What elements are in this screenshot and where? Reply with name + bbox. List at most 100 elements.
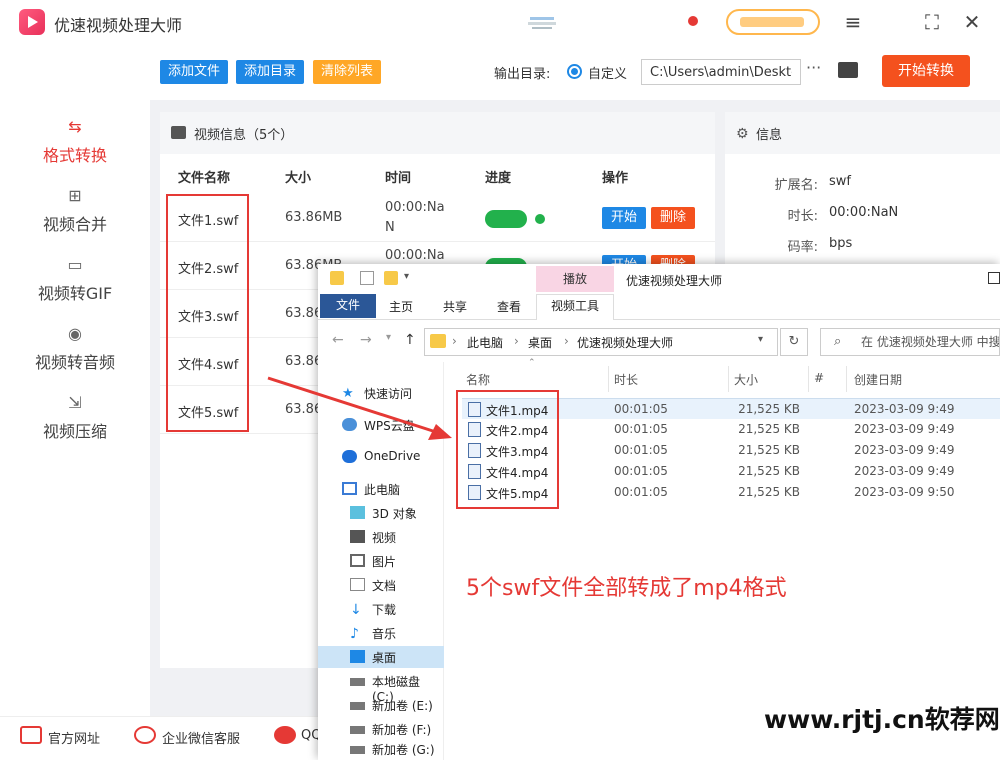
column-header-number[interactable]: # — [814, 371, 824, 385]
output-dir-label: 输出目录: — [494, 67, 551, 82]
vip-button[interactable] — [726, 9, 820, 35]
wechat-service-link[interactable]: 企业微信客服 — [162, 728, 240, 747]
sidebar-item-video-compress[interactable]: ⇲ 视频压缩 — [0, 392, 150, 458]
highlight-box-result — [456, 390, 559, 509]
ribbon-tab-home[interactable]: 主页 — [384, 296, 418, 318]
add-file-button[interactable]: 添加文件 — [160, 60, 229, 84]
sidebar-item-video-to-gif[interactable]: ▭ 视频转GIF — [0, 254, 150, 320]
add-directory-button[interactable]: 添加目录 — [236, 60, 305, 84]
breadcrumb-item[interactable]: 此电脑 — [467, 334, 503, 351]
menu-icon[interactable]: ≡ — [841, 10, 865, 34]
column-separator[interactable] — [608, 366, 609, 392]
back-icon[interactable]: ← — [332, 332, 344, 348]
folder-icon — [430, 334, 446, 348]
properties-icon[interactable] — [360, 271, 374, 285]
info-key: 时长: — [787, 209, 818, 224]
nav-item-desktop[interactable]: 桌面 — [318, 646, 444, 668]
sidebar-item-label: 视频合并 — [42, 215, 107, 234]
forward-icon[interactable]: → — [360, 332, 372, 348]
picture-icon — [350, 554, 365, 567]
breadcrumb-item[interactable]: 桌面 — [528, 334, 552, 351]
folder-icon — [330, 271, 344, 285]
explorer-title: 优速视频处理大师 — [626, 274, 723, 288]
nav-item-music[interactable]: ♪ 音乐 — [318, 622, 444, 644]
notification-icon[interactable] — [528, 14, 556, 30]
column-header-created[interactable]: 创建日期 — [854, 371, 902, 388]
star-icon: ★ — [342, 386, 354, 401]
column-header-time: 时间 — [385, 171, 412, 186]
video-icon — [350, 530, 365, 543]
website-link[interactable]: 官方网址 — [48, 728, 100, 747]
drive-icon — [350, 678, 365, 686]
column-header-progress: 进度 — [485, 171, 512, 186]
nav-item-this-pc[interactable]: 此电脑 — [318, 478, 444, 500]
custom-radio[interactable] — [567, 64, 582, 79]
ribbon-tab-share[interactable]: 共享 — [438, 296, 472, 318]
cube-icon — [350, 506, 365, 519]
sidebar-item-video-merge[interactable]: ⊞ 视频合并 — [0, 185, 150, 251]
info-value: swf — [829, 174, 851, 189]
row-delete-button[interactable]: 删除 — [651, 207, 695, 229]
custom-radio-label[interactable]: 自定义 — [588, 63, 627, 82]
chevron-down-icon[interactable]: ▾ — [386, 332, 391, 343]
gear-icon: ⚙ — [736, 126, 749, 142]
highlight-box-source — [166, 194, 249, 432]
maximize-icon[interactable] — [988, 272, 1000, 284]
output-path-input[interactable] — [641, 59, 801, 85]
up-icon[interactable]: ↑ — [404, 332, 416, 348]
row-start-button[interactable]: 开始 — [602, 207, 646, 229]
progress-bar — [485, 210, 527, 228]
file-size: 63.86 — [285, 402, 323, 417]
chevron-right-icon: › — [452, 334, 457, 348]
ribbon-bar — [318, 294, 1000, 320]
sort-up-icon: ⌃ — [528, 358, 536, 368]
search-input[interactable]: 在 优速视频处理大师 中搜 — [820, 328, 1000, 356]
info-key: 扩展名: — [774, 178, 818, 193]
app-title: 优速视频处理大师 — [54, 16, 183, 35]
refresh-icon[interactable]: ↻ — [780, 328, 808, 356]
cloud-icon — [342, 418, 357, 431]
pc-icon — [342, 482, 357, 495]
column-separator[interactable] — [846, 366, 847, 392]
context-tab-play[interactable]: 播放 — [536, 266, 614, 292]
ribbon-tab-file[interactable]: 文件 — [320, 294, 376, 318]
nav-item-3d-objects[interactable]: 3D 对象 — [318, 502, 444, 524]
maximize-icon[interactable]: ⛶ — [920, 10, 944, 34]
nav-item-videos[interactable]: 视频 — [318, 526, 444, 548]
folder-icon[interactable] — [838, 62, 858, 78]
chevron-down-icon[interactable]: ▾ — [404, 271, 418, 285]
music-icon: ♪ — [350, 626, 359, 642]
app-logo-icon — [19, 9, 45, 35]
nav-item-drive-c[interactable]: 本地磁盘 (C:) — [318, 670, 444, 704]
start-convert-button[interactable]: 开始转换 — [882, 55, 970, 87]
nav-item-documents[interactable]: 文档 — [318, 574, 444, 596]
column-separator[interactable] — [728, 366, 729, 392]
nav-item-quick-access[interactable]: ★ 快速访问 — [318, 382, 444, 404]
more-options-button[interactable]: ··· — [806, 58, 821, 77]
nav-item-drive-f[interactable]: 新加卷 (F:) — [318, 718, 444, 740]
nav-item-wps-cloud[interactable]: WPS云盘 — [318, 414, 444, 436]
clear-list-button[interactable]: 清除列表 — [313, 60, 382, 84]
nav-item-drive-g[interactable]: 新加卷 (G:) — [318, 738, 444, 760]
qq-icon — [274, 726, 296, 744]
breadcrumb-item[interactable]: 优速视频处理大师 — [577, 334, 673, 351]
nav-item-drive-e[interactable]: 新加卷 (E:) — [318, 694, 444, 716]
ribbon-tab-view[interactable]: 查看 — [492, 296, 526, 318]
column-header-size[interactable]: 大小 — [734, 371, 758, 388]
ribbon-tab-video-tools[interactable]: 视频工具 — [536, 294, 614, 320]
drive-icon — [350, 746, 365, 754]
column-header-duration[interactable]: 时长 — [614, 371, 638, 388]
column-separator[interactable] — [808, 366, 809, 392]
new-folder-icon[interactable] — [384, 271, 398, 285]
close-icon[interactable]: ✕ — [960, 10, 984, 34]
nav-item-pictures[interactable]: 图片 — [318, 550, 444, 572]
sidebar-item-video-to-audio[interactable]: ◉ 视频转音频 — [0, 323, 150, 389]
chevron-down-icon[interactable]: ▾ — [758, 334, 763, 345]
info-value: bps — [829, 236, 853, 251]
nav-item-onedrive[interactable]: OneDrive — [318, 446, 444, 468]
file-time: 00:00:Na N — [385, 200, 445, 235]
sidebar-item-format-convert[interactable]: ⇆ 格式转换 — [0, 116, 150, 182]
nav-item-downloads[interactable]: ↓ 下载 — [318, 598, 444, 620]
file-size: 63.86 — [285, 306, 323, 321]
column-header-name[interactable]: 名称 — [466, 371, 490, 388]
